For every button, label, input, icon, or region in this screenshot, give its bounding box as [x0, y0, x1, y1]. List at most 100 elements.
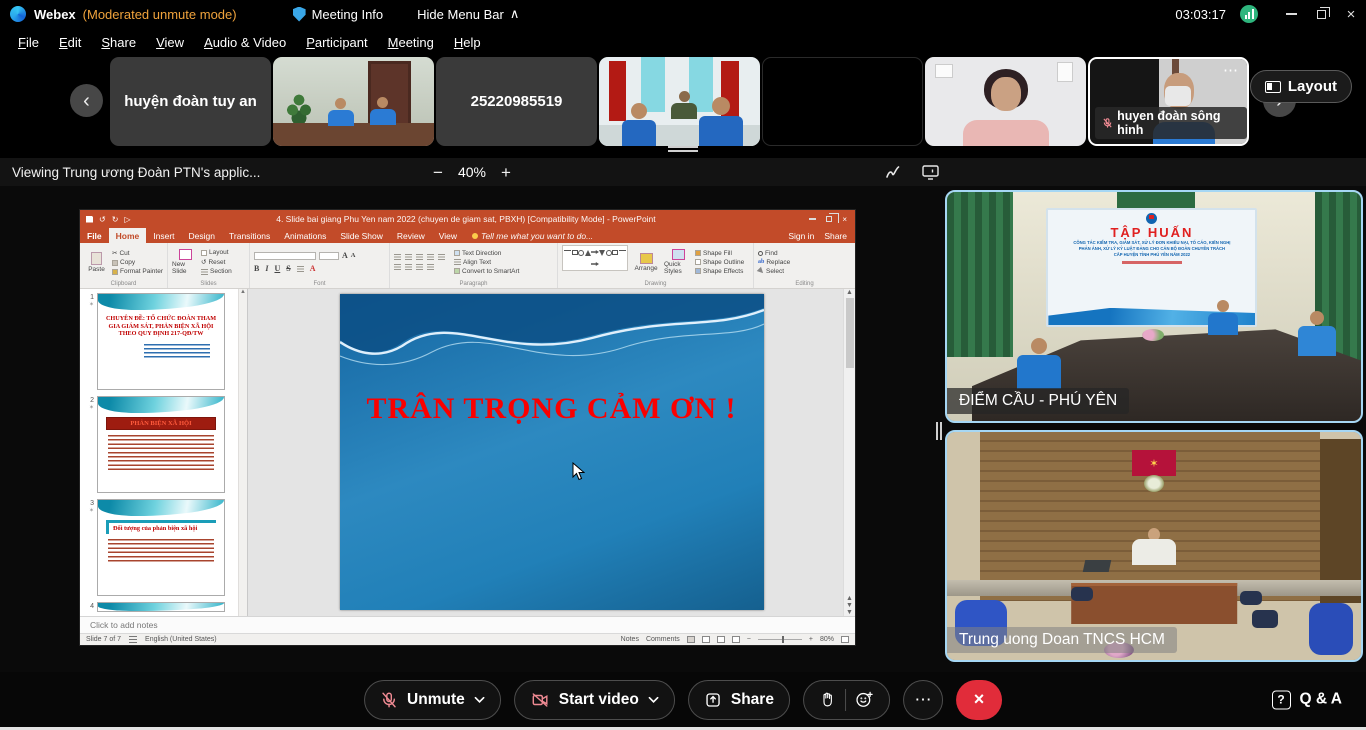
more-options-button[interactable]: ⋯: [903, 680, 943, 720]
strikethrough-button: S: [286, 264, 290, 273]
cut-button: ✂Cut: [112, 249, 163, 257]
menu-bar: File Edit Share View Audio & Video Parti…: [0, 28, 1366, 56]
filmstrip-prev-button[interactable]: ‹: [70, 84, 103, 117]
menu-view[interactable]: View: [146, 31, 194, 54]
video-panel-trung-uong-doan[interactable]: ✶ Trung uong Doan TNCS HCM: [945, 430, 1363, 662]
menu-edit[interactable]: Edit: [49, 31, 91, 54]
chevron-down-icon[interactable]: [474, 696, 485, 704]
participant-tile[interactable]: [762, 57, 923, 146]
hide-menu-bar-button[interactable]: Hide Menu Bar ∧: [417, 6, 519, 22]
slide-thumbnail-4: [97, 602, 225, 612]
comments-toggle: Comments: [646, 636, 680, 643]
curtain-shape: [947, 192, 1013, 357]
slide-number: 3✶: [84, 499, 94, 596]
slide-wave-graphic: [340, 294, 764, 384]
slide3-title: Đối tượng của phản biện xã hội: [106, 520, 216, 534]
menu-participant[interactable]: Participant: [296, 31, 377, 54]
slide-number: 1✶: [84, 293, 94, 390]
group-label: Drawing: [558, 281, 753, 287]
participant-name: 25220985519: [471, 93, 563, 110]
participant-tile[interactable]: [273, 57, 434, 146]
slide-main-text: TRÂN TRỌNG CẢM ƠN !: [340, 392, 764, 426]
banner-line: CẤP HUYỆN TỈNH PHÚ YÊN NĂM 2022: [1048, 252, 1255, 258]
close-button[interactable]: ×: [1336, 0, 1366, 28]
chevron-down-icon[interactable]: [648, 696, 659, 704]
ppt-close-icon: ×: [842, 215, 847, 224]
ppt-tell-me-box: Tell me what you want to do...: [472, 231, 593, 241]
panel-resize-handle[interactable]: [936, 422, 942, 440]
shrink-font-icon: A: [351, 252, 356, 259]
menu-audio-video[interactable]: Audio & Video: [194, 31, 296, 54]
emblem-wreath: [1144, 475, 1164, 492]
reading-view-icon: [717, 636, 725, 643]
view-options-icon[interactable]: [921, 163, 940, 181]
chair-shape: [1240, 591, 1262, 605]
qa-button[interactable]: ? Q & A: [1272, 690, 1342, 709]
select-button: Select: [758, 268, 790, 275]
reactions-smiley-icon[interactable]: [855, 690, 874, 709]
section-button: Section: [201, 268, 232, 275]
notes-toggle: Notes: [621, 636, 639, 643]
mouse-cursor: [572, 462, 585, 481]
participant-tile-active-speaker[interactable]: ⋯ huyen đoàn sông hinh: [1088, 57, 1249, 146]
slide-wave-decoration: [98, 294, 224, 310]
banner-date-line: [1122, 261, 1182, 264]
chair-shape: [1252, 610, 1278, 628]
participant-tile[interactable]: huyện đoàn tuy an: [110, 57, 271, 146]
banner-title: TẬP HUẤN: [1048, 225, 1255, 240]
menu-file[interactable]: File: [8, 31, 49, 54]
minimize-button[interactable]: [1276, 0, 1306, 28]
arrange-button: Arrange: [631, 245, 661, 279]
door-shape: [1320, 439, 1361, 603]
filmstrip-resize-handle[interactable]: [668, 146, 698, 154]
ppt-tab-insert: Insert: [146, 228, 181, 243]
participant-tile[interactable]: [925, 57, 1086, 146]
leave-meeting-button[interactable]: ×: [956, 680, 1002, 720]
group-label: Slides: [168, 281, 249, 287]
ppt-tab-review: Review: [390, 228, 432, 243]
paper-shape: [935, 64, 953, 78]
share-button[interactable]: Share: [688, 680, 790, 720]
person-shape: [370, 97, 396, 125]
group-label: Paragraph: [390, 281, 557, 287]
group-label: Editing: [754, 281, 855, 287]
person-shape: [1132, 539, 1176, 565]
ppt-notes-area: Click to add notes: [80, 616, 855, 633]
menu-help[interactable]: Help: [444, 31, 491, 54]
ppt-tab-design: Design: [182, 228, 222, 243]
unmute-button[interactable]: Unmute: [364, 680, 501, 720]
video-panel-phu-yen[interactable]: TẬP HUẤN CÔNG TÁC KIỂM TRA, GIÁM SÁT, XỬ…: [945, 190, 1363, 423]
close-icon: ×: [974, 689, 985, 710]
ppt-slide-thumbnail-pane: 1✶ CHUYÊN ĐỀ: TỔ CHỨC ĐOÀN THAM GIA GIÁM…: [80, 289, 248, 616]
menu-share[interactable]: Share: [91, 31, 146, 54]
ppt-tab-transitions: Transitions: [222, 228, 277, 243]
chair-shape: [1071, 587, 1093, 601]
more-options-icon[interactable]: ⋯: [1223, 61, 1239, 79]
annotate-icon[interactable]: [884, 163, 902, 181]
zoom-in-button[interactable]: +: [501, 164, 511, 181]
menu-meeting[interactable]: Meeting: [378, 31, 444, 54]
slide-sorter-view-icon: [702, 636, 710, 643]
panel-label: ĐIỂM CẦU - PHÚ YÊN: [947, 388, 1129, 414]
ppt-slide-editor-area: TRÂN TRỌNG CẢM ƠN ! ▲ ▲▼▼: [248, 289, 855, 616]
chevron-up-icon: ∧: [510, 6, 520, 22]
italic-button: I: [265, 264, 268, 273]
layout-button[interactable]: Layout: [1250, 70, 1352, 103]
desk-shape: [1071, 583, 1237, 624]
ppt-tab-home: Home: [109, 228, 147, 243]
participant-tile[interactable]: [599, 57, 760, 146]
raise-hand-icon[interactable]: [819, 690, 836, 709]
meeting-info-button[interactable]: Meeting Info: [312, 7, 384, 22]
group-label: Clipboard: [80, 281, 167, 287]
shield-icon: [293, 7, 306, 22]
participant-tile[interactable]: 25220985519: [436, 57, 597, 146]
zoom-out-button[interactable]: −: [433, 164, 443, 181]
start-video-button[interactable]: Start video: [514, 680, 675, 720]
connection-quality-icon[interactable]: [1240, 5, 1258, 23]
language-indicator: English (United States): [145, 636, 217, 643]
ppt-zoom-slider: [758, 639, 802, 640]
new-slide-button: New Slide: [172, 245, 198, 279]
lightbulb-icon: [472, 233, 478, 239]
restore-button[interactable]: [1306, 0, 1336, 28]
more-icon: ⋯: [914, 690, 931, 710]
